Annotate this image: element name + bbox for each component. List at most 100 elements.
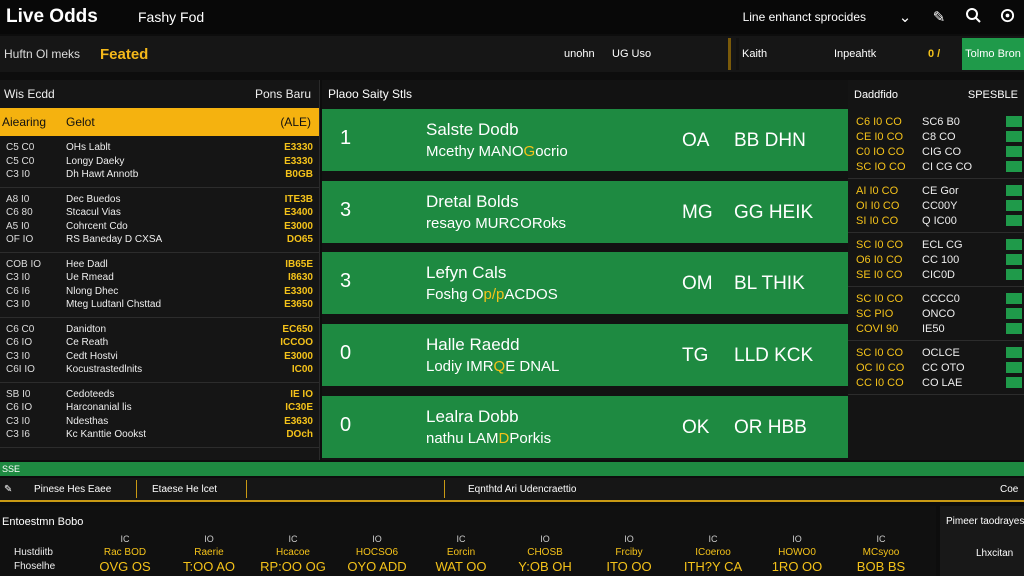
event-row[interactable]: C3 I6 Kc Kanttie Oookst DOch [0,428,319,442]
event-odds[interactable]: IE IO [269,389,319,400]
odds-value[interactable]: SI I0 CO [848,215,922,227]
event-row[interactable]: C3 I0 Ue Rmead I8630 [0,271,319,285]
stats-side-title[interactable]: Pimeer taodrayes [946,516,1024,527]
brand-logo[interactable]: Live Odds [6,6,138,28]
match-code[interactable]: TG [682,345,708,367]
odds-value[interactable]: O6 I0 CO [848,254,922,266]
toolbar-item[interactable]: Coe [1000,478,1018,500]
green-tab[interactable]: Tolmo Bron [962,38,1024,70]
event-odds[interactable]: DO65 [269,234,319,245]
nav-tab[interactable]: Inpeahtk [834,36,876,72]
match-code[interactable]: OK [682,417,709,439]
odds-row[interactable]: SC I0 CO ECL CG [848,237,1024,252]
odds-side-title-right[interactable]: SPESBLE [968,89,1018,101]
event-row[interactable]: OF IO RS Baneday D CXSA DO65 [0,233,319,247]
match-odds-code[interactable]: BL THIK [734,273,805,295]
odds-row[interactable]: SC I0 CO OCLCE [848,345,1024,360]
odds-value[interactable]: SC IO CO [848,161,922,173]
nav-label[interactable]: Huftn Ol meks [4,47,100,61]
odds-row[interactable]: C6 I0 CO SC6 B0 [848,114,1024,129]
nav-tab[interactable]: UG Uso [612,36,651,72]
stat-column[interactable]: IC Hcacoe RP:OO OG [258,532,328,574]
edit-icon[interactable]: ✎ [922,8,956,26]
odds-row[interactable]: OC I0 CO CC OTO [848,360,1024,375]
odds-value[interactable]: AI I0 CO [848,185,922,197]
stat-column[interactable]: IC ICoeroo ITH?Y CA [678,532,748,574]
match-card[interactable]: 0 Halle Raedd Lodiy IMRQE DNAL TG LLD KCK [322,324,848,386]
event-odds[interactable]: E3330 [269,156,319,167]
match-odds-code[interactable]: BB DHN [734,130,806,152]
stat-column[interactable]: IO CHOSB Y:OB OH [510,532,580,574]
event-odds[interactable]: ITE3B [269,194,319,205]
event-odds[interactable]: E3330 [269,142,319,153]
odds-value[interactable]: OC I0 CO [848,362,922,374]
event-odds[interactable]: E3400 [269,207,319,218]
header-link[interactable]: Line enhanct sprocides [743,10,866,24]
odds-row[interactable]: CE I0 CO C8 CO [848,129,1024,144]
odds-row[interactable]: COVI 90 IE50 [848,321,1024,336]
match-odds-code[interactable]: OR HBB [734,417,807,439]
odds-row[interactable]: SC PIO ONCO [848,306,1024,321]
globe-icon[interactable] [990,8,1024,27]
match-code[interactable]: OA [682,130,709,152]
nav-tab[interactable]: unohn [564,36,595,72]
event-row[interactable]: A8 I0 Dec Buedos ITE3B [0,193,319,207]
odds-value[interactable]: SE I0 CO [848,269,922,281]
odds-row[interactable]: AI I0 CO CE Gor [848,183,1024,198]
odds-value[interactable]: CC I0 CO [848,377,922,389]
odds-value[interactable]: OI I0 CO [848,200,922,212]
odds-value[interactable]: C6 I0 CO [848,116,922,128]
odds-row[interactable]: SE I0 CO CIC0D [848,267,1024,282]
event-row[interactable]: C3 I0 Dh Hawt Annotb B0GB [0,168,319,182]
odds-value[interactable]: C0 IO CO [848,146,922,158]
event-row[interactable]: C5 C0 Longy Daeky E3330 [0,155,319,169]
event-row[interactable]: C6 80 Stcacul Vias E3400 [0,206,319,220]
event-odds[interactable]: E3000 [269,351,319,362]
event-row[interactable]: C5 C0 OHs Lablt E3330 [0,141,319,155]
event-odds[interactable]: IC30E [269,402,319,413]
nav-badge[interactable]: 0 / [928,36,940,72]
match-card[interactable]: 3 Dretal Bolds resayo MURCORoks MG GG HEIK [322,181,848,243]
event-odds[interactable]: EC650 [269,324,319,335]
pencil-icon[interactable]: ✎ [4,478,12,500]
odds-row[interactable]: OI I0 CO CC00Y [848,198,1024,213]
event-row[interactable]: A5 I0 Cohrcent Cdo E3000 [0,220,319,234]
match-card[interactable]: 1 Salste Dodb Mcethy MANOGocrio OA BB DHN [322,109,848,171]
stat-column[interactable]: IO HOCSO6 OYO ADD [342,532,412,574]
event-odds[interactable]: IB65E [269,259,319,270]
match-odds-code[interactable]: LLD KCK [734,345,813,367]
event-row[interactable]: C3 I0 Mteg Ludtanl Chsttad E3650 [0,298,319,312]
toolbar-item[interactable]: Eqnthtd Ari Udencraettio [468,478,576,500]
selected-event-row[interactable]: Aiearing Gelot (ALE) [0,108,319,136]
event-row[interactable]: COB IO Hee Dadl IB65E [0,258,319,272]
odds-row[interactable]: SI I0 CO Q IC00 [848,213,1024,228]
odds-value[interactable]: SC PIO [848,308,922,320]
search-icon[interactable] [956,7,990,27]
match-code[interactable]: MG [682,202,713,224]
event-row[interactable]: C6 IO Harconanial lis IC30E [0,401,319,415]
stat-column[interactable]: IC MCsyoo BOB BS [846,532,916,574]
event-odds[interactable]: B0GB [269,169,319,180]
odds-row[interactable]: O6 I0 CO CC 100 [848,252,1024,267]
odds-value[interactable]: SC I0 CO [848,239,922,251]
toolbar-item[interactable]: Etaese He lcet [152,478,217,500]
odds-value[interactable]: CE I0 CO [848,131,922,143]
event-row[interactable]: C6 IO Ce Reath ICCOO [0,336,319,350]
odds-row[interactable]: C0 IO CO CIG CO [848,144,1024,159]
nav-tab[interactable]: Kaith [742,36,767,72]
event-odds[interactable]: E3300 [269,286,319,297]
event-row[interactable]: C3 I0 Ndesthas E3630 [0,415,319,429]
stat-column[interactable]: IO Raerie T:OO AO [174,532,244,574]
odds-value[interactable]: SC I0 CO [848,293,922,305]
event-row[interactable]: C6I IO Kocustrastedlnits IC00 [0,363,319,377]
event-row[interactable]: C3 I0 Cedt Hostvi E3000 [0,350,319,364]
event-odds[interactable]: ICCOO [269,337,319,348]
stat-column[interactable]: IC Rac BOD OVG OS [90,532,160,574]
odds-value[interactable]: COVI 90 [848,323,922,335]
event-row[interactable]: SB I0 Cedoteeds IE IO [0,388,319,402]
event-odds[interactable]: I8630 [269,272,319,283]
match-card[interactable]: 3 Lefyn Cals Foshg Op/pACDOS OM BL THIK [322,252,848,314]
match-card[interactable]: 0 Lealra Dobb nathu LAMDPorkis OK OR HBB [322,396,848,458]
featured-tab[interactable]: Feated [100,46,148,63]
stat-column[interactable]: IO Frciby ITO OO [594,532,664,574]
